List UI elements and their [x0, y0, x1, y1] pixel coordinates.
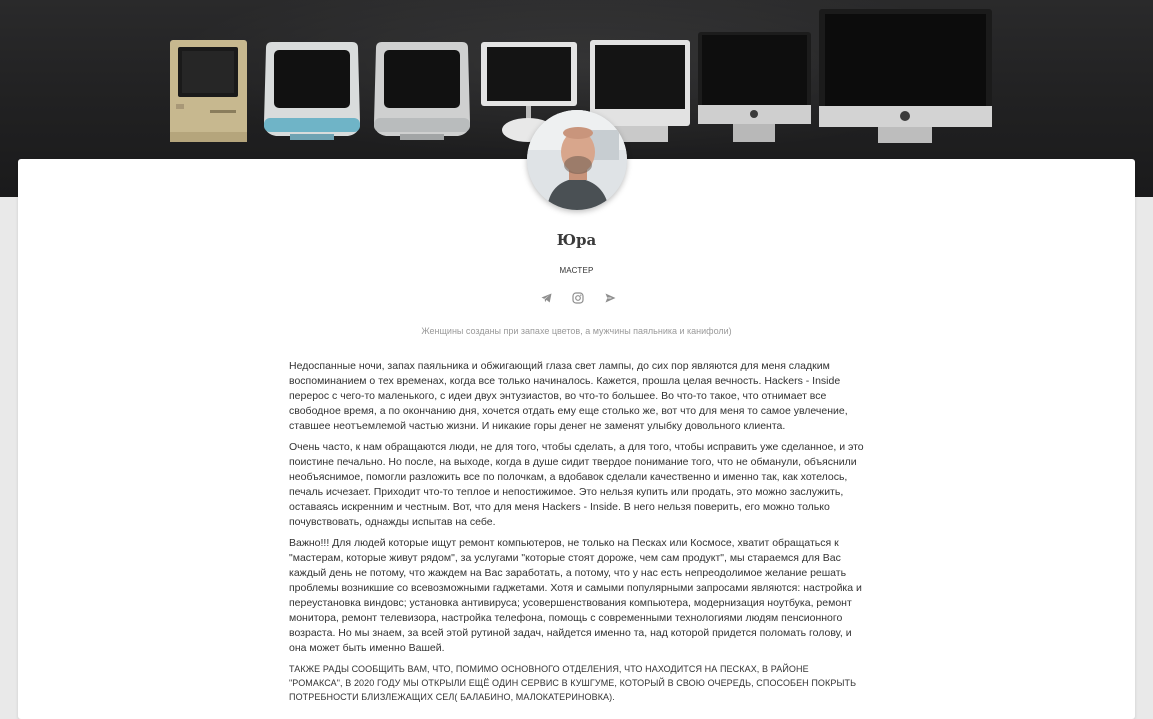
social-links [538, 290, 618, 306]
paragraph: Недоспанные ночи, запах паяльника и обжи… [289, 360, 848, 432]
profile-quote: Женщины созданы при запахе цветов, а муж… [421, 326, 732, 336]
avatar-photo [527, 110, 627, 210]
paragraph: Очень часто, к нам обращаются люди, не д… [289, 441, 864, 528]
macintosh-classic-icon [170, 40, 247, 142]
send-icon[interactable] [602, 290, 618, 306]
about-text: Недоспанные ночи, запах паяльника и обжи… [289, 359, 864, 710]
imac-g3-blue-icon [264, 42, 360, 140]
imac-g3-graphite-icon [374, 42, 470, 140]
imac-aluminum-icon [698, 32, 811, 142]
profile-role: МАСТЕР [559, 266, 594, 275]
paragraph: Также рады сообщить Вам, что, помимо осн… [289, 664, 857, 702]
instagram-icon[interactable] [570, 290, 586, 306]
avatar [527, 110, 627, 210]
telegram-icon[interactable] [538, 290, 554, 306]
profile-name: Юра [556, 231, 597, 249]
paragraph: Важно!!! Для людей которые ищут ремонт к… [289, 537, 862, 654]
imac-unibody-icon [819, 9, 992, 143]
